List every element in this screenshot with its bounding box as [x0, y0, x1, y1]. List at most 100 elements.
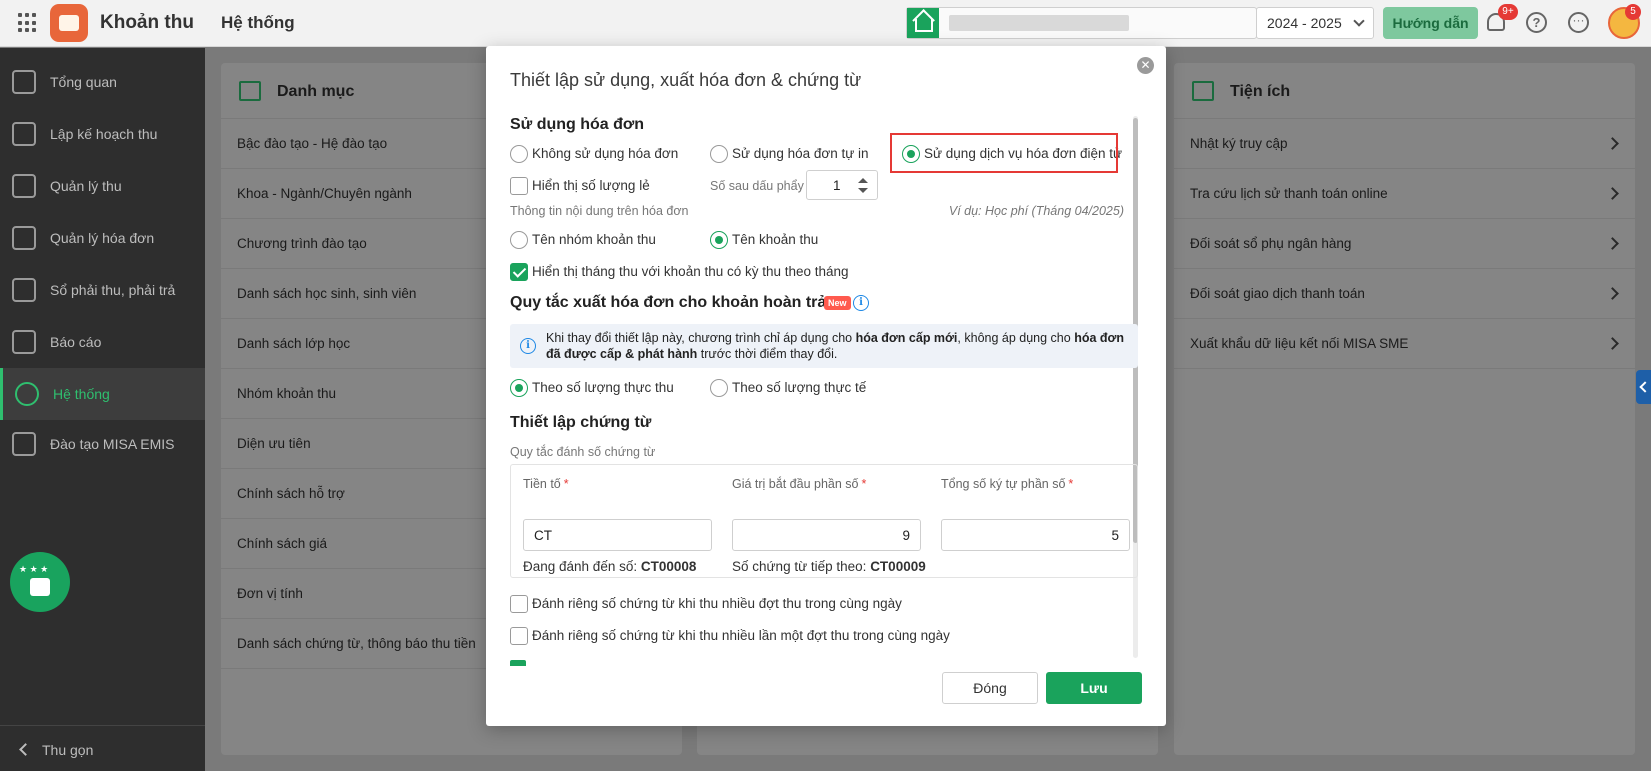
- calendar-money-icon: [12, 122, 36, 146]
- prefix-input[interactable]: CT: [523, 519, 712, 551]
- notification-badge: 9+: [1498, 4, 1518, 20]
- separate-same-day-checkbox[interactable]: Đánh riêng số chứng từ khi thu nhiều đợt…: [510, 594, 910, 616]
- stepper-down-icon[interactable]: [858, 188, 868, 193]
- collapse-label: Thu gọn: [42, 742, 94, 758]
- checkbox-label: Hiển thị số lượng lẻ: [532, 178, 650, 193]
- sidebar-item-reports[interactable]: Báo cáo: [0, 316, 205, 368]
- app-title: Khoản thu: [100, 12, 194, 33]
- utility-item-label: Đối soát giao dịch thanh toán: [1190, 286, 1365, 301]
- school-year-select[interactable]: 2024 - 2025: [1256, 7, 1374, 39]
- expand-side-tab[interactable]: [1636, 370, 1651, 404]
- partially-visible-checkbox[interactable]: [510, 660, 526, 666]
- sidebar: Tổng quan Lập kế hoạch thu Quản lý thu Q…: [0, 48, 205, 771]
- close-button[interactable]: Đóng: [942, 672, 1038, 704]
- checkbox-label: Đánh riêng số chứng từ khi thu nhiều đợt…: [532, 596, 902, 611]
- checkbox-label: Hiển thị tháng thu với khoản thu có kỳ t…: [532, 264, 849, 279]
- sidebar-item-label: Lập kế hoạch thu: [50, 126, 158, 142]
- checkbox-box: [510, 595, 528, 613]
- decimal-places-value: 1: [833, 178, 841, 193]
- catalog-title: Danh mục: [277, 83, 355, 100]
- catalog-item-label: Danh sách học sinh, sinh viên: [237, 286, 417, 301]
- utilities-panel: Tiện ích Nhật ký truy cập Tra cứu lịch s…: [1174, 63, 1635, 755]
- separate-same-batch-checkbox[interactable]: Đánh riêng số chứng từ khi thu nhiều lần…: [510, 626, 950, 648]
- chevron-right-icon: [1606, 237, 1619, 250]
- avatar-badge: 5: [1625, 4, 1641, 20]
- utilities-header: Tiện ích: [1174, 63, 1635, 119]
- utility-item-label: Tra cứu lịch sử thanh toán online: [1190, 186, 1388, 201]
- sidebar-item-label: Tổng quan: [50, 74, 117, 90]
- sidebar-item-label: Báo cáo: [50, 334, 102, 350]
- hand-money-icon: [12, 174, 36, 198]
- utility-item[interactable]: Tra cứu lịch sử thanh toán online: [1174, 169, 1635, 219]
- school-selector[interactable]: [906, 7, 1257, 39]
- info-text: Khi thay đổi thiết lập này, chương trình…: [546, 331, 1125, 361]
- radio-label: Theo số lượng thực thu: [532, 380, 674, 395]
- radio-dot: [710, 145, 728, 163]
- content-info-label: Thông tin nội dung trên hóa đơn: [510, 204, 689, 218]
- app-grid-icon[interactable]: [18, 13, 38, 33]
- sidebar-item-system[interactable]: Hệ thống: [0, 368, 205, 420]
- sidebar-item-collection[interactable]: Quản lý thu: [0, 160, 205, 212]
- sidebar-item-invoices[interactable]: Quản lý hóa đơn: [0, 212, 205, 264]
- catalog-item-label: Khoa - Ngành/Chuyên ngành: [237, 186, 412, 201]
- start-value-label: Giá trị bắt đầu phần số *: [732, 477, 867, 491]
- start-value-input[interactable]: 9: [732, 519, 921, 551]
- ledger-icon: [12, 278, 36, 302]
- radio-group-name[interactable]: Tên nhóm khoản thu: [510, 230, 690, 252]
- radio-dot: [510, 379, 528, 397]
- utility-item[interactable]: Đối soát sổ phụ ngân hàng: [1174, 219, 1635, 269]
- digits-label: Tổng số ký tự phần số *: [941, 477, 1074, 491]
- more-icon[interactable]: ···: [1568, 12, 1589, 33]
- show-month-checkbox[interactable]: Hiển thị tháng thu với khoản thu có kỳ t…: [510, 262, 870, 284]
- invoice-usage-title: Sử dụng hóa đơn: [510, 116, 645, 133]
- chevron-right-icon: [1606, 137, 1619, 150]
- app-logo: [50, 4, 88, 42]
- folder-icon: [239, 81, 261, 101]
- sidebar-item-label: Hệ thống: [53, 386, 110, 402]
- radio-actual-qty[interactable]: Theo số lượng thực tế: [710, 378, 880, 400]
- catalog-item-label: Danh sách lớp học: [237, 336, 351, 351]
- sidebar-item-training[interactable]: Đào tạo MISA EMIS: [0, 418, 205, 470]
- show-decimal-qty-checkbox[interactable]: Hiển thị số lượng lẻ: [510, 176, 690, 198]
- utility-item-label: Xuất khẩu dữ liệu kết nối MISA SME: [1190, 336, 1409, 351]
- catalog-item-label: Nhóm khoản thu: [237, 386, 337, 401]
- decimal-places-stepper[interactable]: 1: [806, 170, 878, 200]
- next-number: Số chứng từ tiếp theo: CT00009: [732, 559, 926, 574]
- invoice-settings-dialog: Thiết lập sử dụng, xuất hóa đơn & chứng …: [486, 46, 1166, 726]
- radio-item-name[interactable]: Tên khoản thu: [710, 230, 880, 252]
- digits-input[interactable]: 5: [941, 519, 1130, 551]
- sidebar-item-label: Quản lý hóa đơn: [50, 230, 155, 246]
- home-icon: [907, 8, 939, 38]
- catalog-item-label: Bậc đào tạo - Hệ đào tạo: [237, 136, 388, 151]
- sidebar-item-label: Đào tạo MISA EMIS: [50, 436, 175, 452]
- guide-button[interactable]: Hướng dẫn: [1383, 7, 1478, 39]
- school-year-value: 2024 - 2025: [1267, 15, 1342, 31]
- radio-label: Theo số lượng thực tế: [732, 380, 867, 395]
- save-button[interactable]: Lưu: [1046, 672, 1142, 704]
- close-icon[interactable]: ✕: [1137, 57, 1154, 74]
- info-icon[interactable]: i: [853, 295, 869, 311]
- stepper-up-icon[interactable]: [858, 178, 868, 183]
- chevron-right-icon: [1606, 337, 1619, 350]
- sidebar-item-label: Sổ phải thu, phải trả: [50, 282, 176, 298]
- radio-actual-collected-qty[interactable]: Theo số lượng thực thu: [510, 378, 690, 400]
- checkbox-label: Đánh riêng số chứng từ khi thu nhiều lần…: [532, 628, 950, 643]
- current-number: Đang đánh đến số: CT00008: [523, 559, 697, 574]
- sidebar-item-overview[interactable]: Tổng quan: [0, 56, 205, 108]
- checkbox-box: [510, 263, 528, 281]
- book-icon: [12, 432, 36, 456]
- utility-item[interactable]: Nhật ký truy cập: [1174, 119, 1635, 169]
- rating-button[interactable]: [10, 552, 70, 612]
- sidebar-item-plan[interactable]: Lập kế hoạch thu: [0, 108, 205, 160]
- help-icon[interactable]: ?: [1526, 12, 1547, 33]
- radio-label: Tên khoản thu: [732, 232, 819, 247]
- radio-no-invoice[interactable]: Không sử dụng hóa đơn: [510, 144, 690, 166]
- pie-chart-icon: [12, 330, 36, 354]
- sidebar-item-ledger[interactable]: Sổ phải thu, phải trả: [0, 264, 205, 316]
- catalog-item-label: Chính sách hỗ trợ: [237, 486, 345, 501]
- utility-item[interactable]: Đối soát giao dịch thanh toán: [1174, 269, 1635, 319]
- collapse-sidebar-button[interactable]: Thu gọn: [0, 725, 205, 771]
- utility-item-label: Đối soát sổ phụ ngân hàng: [1190, 236, 1352, 251]
- radio-self-print-invoice[interactable]: Sử dụng hóa đơn tự in: [710, 144, 880, 166]
- utility-item[interactable]: Xuất khẩu dữ liệu kết nối MISA SME: [1174, 319, 1635, 369]
